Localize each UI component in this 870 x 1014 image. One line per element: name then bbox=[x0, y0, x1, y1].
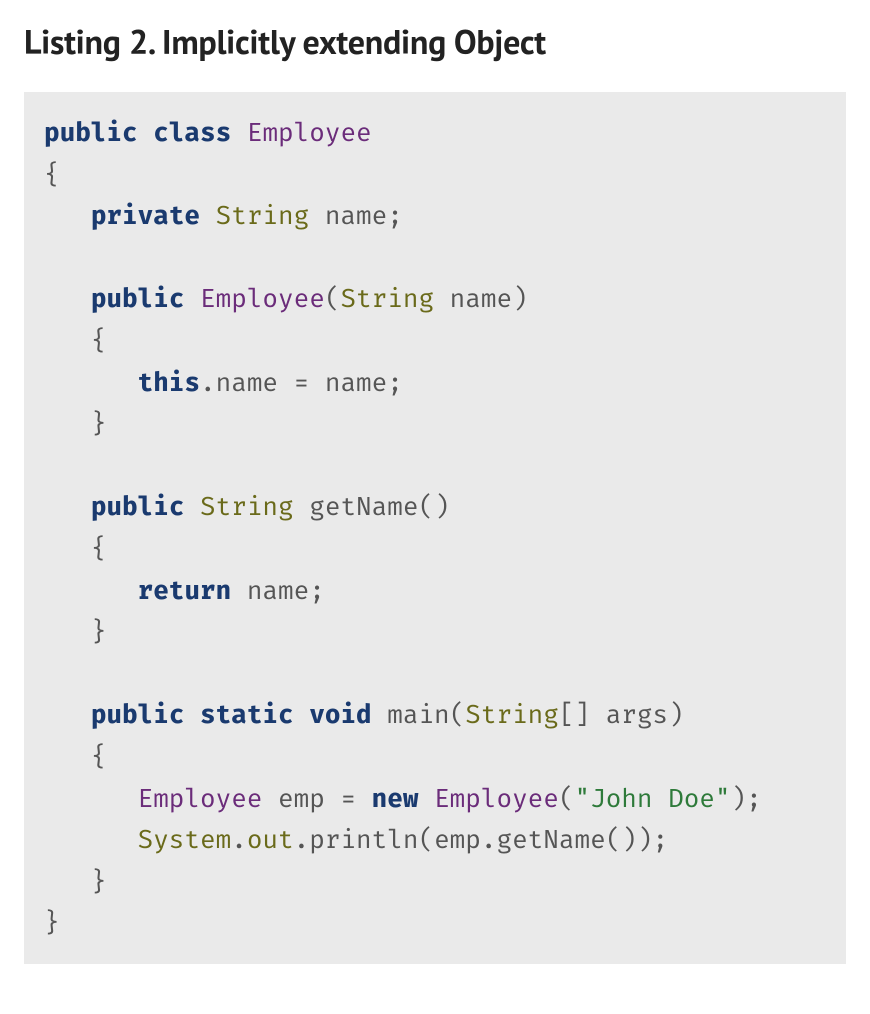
code-token-cls: Employee bbox=[200, 283, 325, 314]
code-token-op: ; bbox=[387, 367, 403, 398]
code-token-cls: Employee bbox=[247, 117, 372, 148]
code-token-op: . bbox=[200, 367, 216, 398]
code-token-kw: public bbox=[44, 117, 138, 148]
code-token-op: } bbox=[44, 907, 60, 938]
code-token-kw: public bbox=[91, 699, 185, 730]
code-token-cls: Employee bbox=[138, 783, 263, 814]
code-token-op: . bbox=[294, 824, 310, 855]
code-token-op: ; bbox=[309, 575, 325, 606]
code-token-op: ) bbox=[668, 699, 684, 730]
code-token-op: { bbox=[44, 159, 60, 190]
code-token-kw: static bbox=[200, 699, 294, 730]
code-token-op: = bbox=[294, 367, 310, 398]
code-token-op: ; bbox=[387, 200, 403, 231]
code-token-kw: public bbox=[91, 491, 185, 522]
code-token-kw: return bbox=[138, 575, 232, 606]
code-token-op: = bbox=[340, 783, 356, 814]
code-block: public class Employee { private String n… bbox=[24, 92, 846, 964]
code-token-kw: void bbox=[309, 699, 371, 730]
code-token-op: ) bbox=[512, 283, 528, 314]
code-token-op: ( bbox=[559, 783, 575, 814]
code-token-str: "John Doe" bbox=[575, 783, 731, 814]
code-token-op: ( bbox=[325, 283, 341, 314]
code-token-kw: new bbox=[372, 783, 419, 814]
code-token-type: out bbox=[247, 824, 294, 855]
code-token-kw: this bbox=[138, 367, 200, 398]
code-token-kw: class bbox=[153, 117, 231, 148]
code-token-type: String bbox=[200, 491, 294, 522]
listing-title: Listing 2. Implicitly extending Object bbox=[24, 20, 846, 64]
code-token-op: ( bbox=[450, 699, 466, 730]
code-token-op: } bbox=[91, 616, 107, 647]
code-token-op: . bbox=[481, 824, 497, 855]
code-token-op: } bbox=[91, 408, 107, 439]
code-token-op: ( bbox=[418, 824, 434, 855]
code-token-op: { bbox=[91, 325, 107, 356]
code-token-cls: Employee bbox=[434, 783, 559, 814]
code-token-op: . bbox=[231, 824, 247, 855]
code-token-type: String bbox=[216, 200, 310, 231]
code-token-op: } bbox=[91, 866, 107, 897]
code-token-kw: public bbox=[91, 283, 185, 314]
code-token-op: [] bbox=[559, 699, 590, 730]
code-token-op: ); bbox=[731, 783, 762, 814]
code-token-op: { bbox=[91, 741, 107, 772]
code-token-type: String bbox=[465, 699, 559, 730]
code-token-op: ()); bbox=[606, 824, 668, 855]
code-token-op: () bbox=[418, 491, 449, 522]
code-token-type: System bbox=[138, 824, 232, 855]
code-token-op: { bbox=[91, 533, 107, 564]
code-token-type: String bbox=[340, 283, 434, 314]
code-token-kw: private bbox=[91, 200, 200, 231]
page: Listing 2. Implicitly extending Object p… bbox=[0, 0, 870, 1014]
